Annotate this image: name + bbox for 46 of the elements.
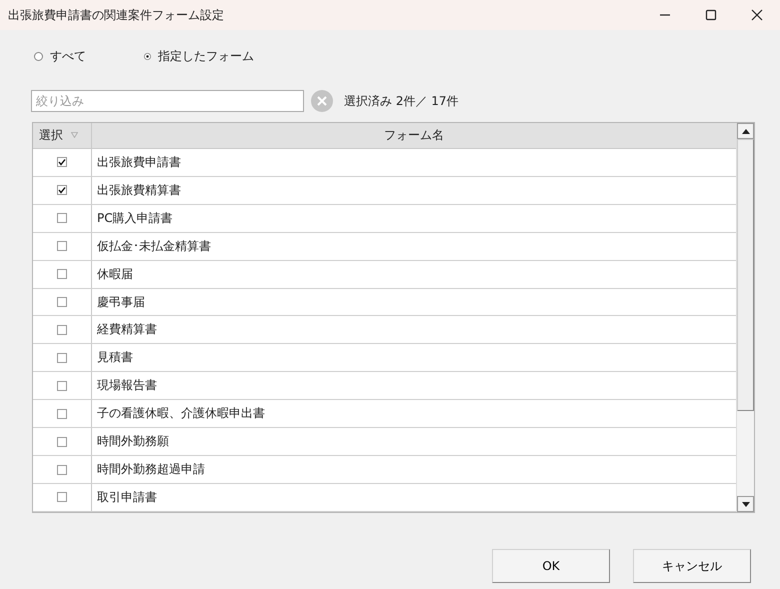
window-title: 出張旅費申請書の関連案件フォーム設定 xyxy=(8,6,225,24)
checkbox[interactable] xyxy=(57,157,67,168)
checkbox[interactable] xyxy=(57,269,67,280)
up-arrow-icon xyxy=(742,128,750,134)
table-cell-text: PC購入申請書 xyxy=(96,210,174,227)
checkbox[interactable] xyxy=(57,297,67,307)
selection-count: 選択済み 2件／ 17件 xyxy=(344,92,459,110)
checkbox[interactable] xyxy=(57,352,67,363)
column-header[interactable]: 選択 xyxy=(33,123,92,148)
close-icon xyxy=(751,9,763,21)
table-cell-text: 出張旅費精算書 xyxy=(96,182,182,199)
table-cell-text: 経費精算書 xyxy=(96,321,158,338)
checkbox[interactable] xyxy=(57,464,67,475)
table-cell-text: 取引申請書 xyxy=(96,488,158,506)
radio-button[interactable] xyxy=(144,52,151,60)
table-cell-text: 出張旅費申請書 xyxy=(96,154,182,171)
scroll-up-button[interactable] xyxy=(737,123,754,139)
dialog-button[interactable]: OK xyxy=(492,549,610,583)
filter-field[interactable]: 絞り込み xyxy=(31,90,304,112)
scrollbar-thumb[interactable] xyxy=(737,139,754,411)
column-header[interactable]: フォーム名 xyxy=(92,123,736,148)
radio-button[interactable] xyxy=(34,52,43,60)
sort-icon xyxy=(71,132,78,138)
table-cell-text: 時間外勤務超過申請 xyxy=(96,461,206,478)
radio-label[interactable]: 指定したフォーム xyxy=(158,48,254,64)
checkbox[interactable] xyxy=(57,408,67,419)
maximize-icon xyxy=(705,9,717,21)
checkbox[interactable] xyxy=(57,436,67,447)
table-cell-text: 仮払金･未払金精算書 xyxy=(96,238,212,255)
clear-icon[interactable] xyxy=(311,90,333,112)
checkbox[interactable] xyxy=(57,324,67,335)
table-cell-text: 見積書 xyxy=(96,349,134,366)
dialog-button[interactable]: キャンセル xyxy=(633,549,751,583)
table-cell-text: 現場報告書 xyxy=(96,377,158,394)
scroll-down-button[interactable] xyxy=(737,496,754,512)
table-cell-text: 慶弔事届 xyxy=(96,294,146,310)
table-cell-text: 子の看護休暇、介護休暇申出書 xyxy=(96,405,266,422)
checkbox[interactable] xyxy=(57,492,67,502)
radio-label[interactable]: すべて xyxy=(50,48,86,64)
checkbox[interactable] xyxy=(57,241,67,252)
checkbox[interactable] xyxy=(57,213,67,224)
checkbox[interactable] xyxy=(57,185,67,196)
table-cell-text: 休暇届 xyxy=(96,266,134,283)
checkbox[interactable] xyxy=(57,380,67,391)
down-arrow-icon xyxy=(742,502,750,506)
table-cell-text: 時間外勤務願 xyxy=(96,433,170,450)
